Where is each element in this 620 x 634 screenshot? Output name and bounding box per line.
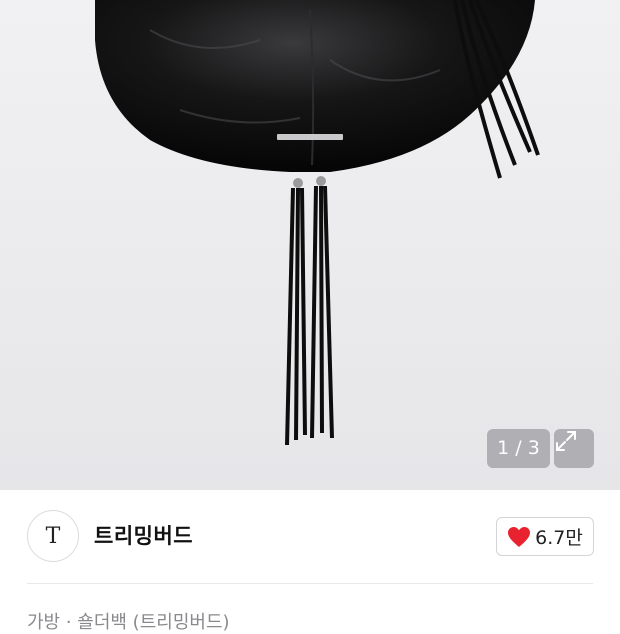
bag-illustration	[95, 0, 540, 446]
expand-button[interactable]	[554, 429, 594, 468]
brand-logo[interactable]: T	[27, 510, 79, 562]
like-button[interactable]: 6.7만	[496, 517, 594, 556]
brand-row[interactable]: T 트리밍버드 6.7만	[0, 490, 620, 584]
image-counter: 1 / 3	[487, 429, 550, 468]
expand-icon	[556, 431, 576, 451]
heart-icon	[508, 526, 531, 547]
product-image[interactable]: 1 / 3	[0, 0, 620, 490]
divider	[27, 583, 593, 584]
like-count: 6.7만	[535, 527, 583, 549]
brand-name[interactable]: 트리밍버드	[94, 520, 193, 550]
breadcrumb[interactable]: 가방 · 숄더백 (트리밍버드)	[27, 608, 230, 634]
